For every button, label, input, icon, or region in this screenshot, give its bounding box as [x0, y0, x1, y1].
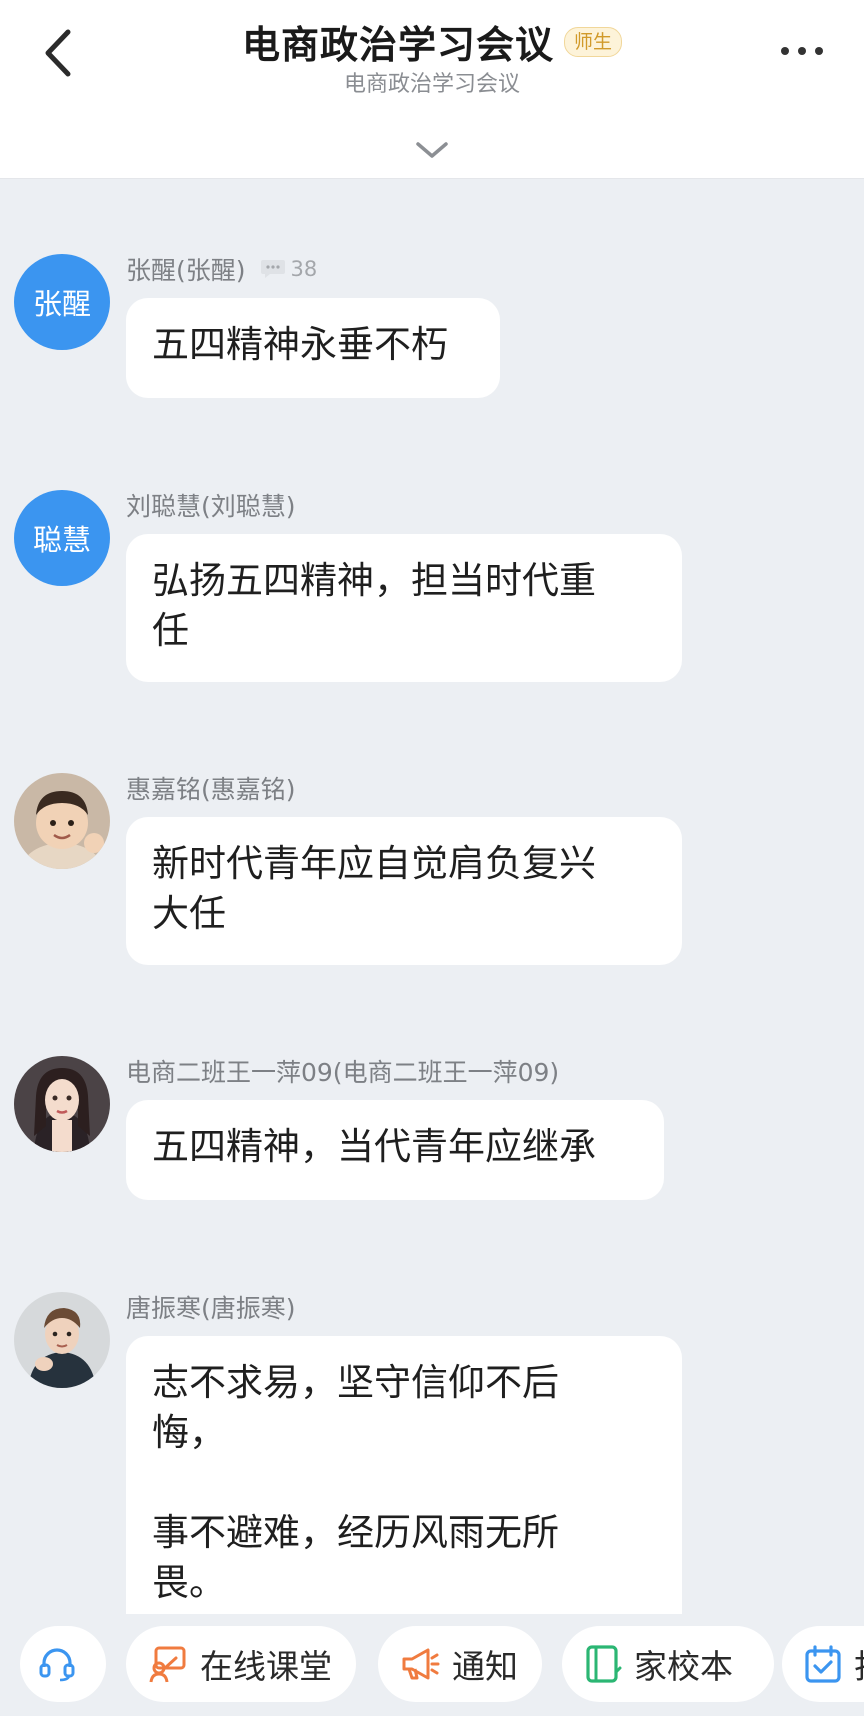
sender-row: 刘聪慧(刘聪慧) [126, 488, 296, 522]
sender-name: 电商二班王一萍09(电商二班王一萍09) [126, 1058, 560, 1087]
headset-icon [39, 1648, 75, 1682]
sender-row: 唐振寒(唐振寒) [126, 1290, 296, 1324]
more-dot-icon [798, 47, 806, 55]
more-dot-icon [781, 47, 789, 55]
avatar-photo-icon [14, 773, 110, 869]
comment-count-value: 38 [290, 257, 318, 281]
more-dot-icon [815, 47, 823, 55]
online-class-label: 在线课堂 [200, 1647, 332, 1686]
check-in-button[interactable]: 打 [782, 1626, 864, 1702]
sender-row: 电商二班王一萍09(电商二班王一萍09) [126, 1054, 559, 1088]
avatar-photo-icon [14, 1292, 110, 1388]
bottom-toolbar: 在线课堂 通知 家校本 打 [0, 1614, 864, 1716]
sender-name: 唐振寒(唐振寒) [126, 1294, 296, 1323]
avatar[interactable] [14, 1292, 110, 1388]
online-class-button[interactable]: 在线课堂 [126, 1626, 356, 1702]
more-options-button[interactable] [762, 26, 842, 76]
calendar-check-icon [805, 1645, 841, 1683]
message-bubble[interactable]: 五四精神永垂不朽 [126, 298, 500, 398]
home-school-book-button[interactable]: 家校本 [562, 1626, 774, 1702]
customer-service-button[interactable] [20, 1626, 106, 1702]
expand-header-button[interactable] [410, 134, 454, 166]
avatar[interactable] [14, 1056, 110, 1152]
avatar-initials: 张醒 [14, 254, 110, 350]
avatar[interactable]: 聪慧 [14, 490, 110, 586]
notice-label: 通知 [452, 1647, 518, 1686]
online-class-icon [149, 1646, 186, 1683]
sender-name: 惠嘉铭(惠嘉铭) [126, 775, 296, 804]
sender-name: 张醒(张醒) [126, 256, 246, 285]
sender-name: 刘聪慧(刘聪慧) [126, 492, 296, 521]
chat-header: 电商政治学习会议 师生 电商政治学习会议 [0, 0, 864, 179]
comment-count[interactable]: 38 [260, 257, 318, 281]
role-badge: 师生 [564, 26, 623, 57]
message-bubble[interactable]: 新时代青年应自觉肩负复兴 大任 [126, 817, 682, 965]
home-school-book-label: 家校本 [634, 1647, 733, 1686]
sender-row: 惠嘉铭(惠嘉铭) [126, 771, 296, 805]
chevron-down-icon [416, 142, 448, 158]
notice-button[interactable]: 通知 [378, 1626, 542, 1702]
avatar-photo-icon [14, 1056, 110, 1152]
notebook-icon [586, 1645, 622, 1683]
chat-subtitle: 电商政治学习会议 [343, 72, 520, 97]
message-bubble[interactable]: 弘扬五四精神，担当时代重 任 [126, 534, 682, 682]
chat-title: 电商政治学习会议 [241, 23, 554, 67]
sender-row: 张醒(张醒) 38 [126, 252, 317, 286]
avatar[interactable]: 张醒 [14, 254, 110, 350]
comment-bubble-icon [260, 260, 285, 278]
avatar[interactable] [14, 773, 110, 869]
message-bubble[interactable]: 五四精神，当代青年应继承 [126, 1100, 664, 1200]
avatar-initials: 聪慧 [14, 490, 110, 586]
title-row: 电商政治学习会议 师生 [0, 14, 864, 69]
check-in-label: 打 [854, 1640, 864, 1688]
megaphone-icon [402, 1648, 440, 1680]
message-bubble[interactable]: 志不求易，坚守信仰不后 悔， 事不避难，经历风雨无所 畏。 [126, 1336, 682, 1636]
